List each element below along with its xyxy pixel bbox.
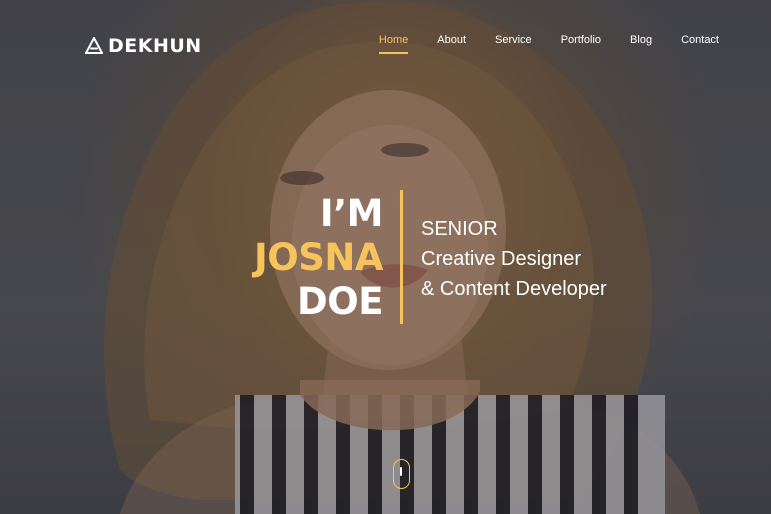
hero-section: DEKHUN Home About Service Portfolio Blog… [0,0,771,514]
triangle-logo-icon [85,37,103,54]
nav-item-portfolio[interactable]: Portfolio [561,34,601,54]
dark-overlay [0,0,771,514]
nav-item-contact[interactable]: Contact [681,34,719,54]
site-logo[interactable]: DEKHUN [85,33,202,59]
nav-item-home[interactable]: Home [378,34,409,54]
nav-item-blog[interactable]: Blog [630,34,652,54]
mouse-scroll-icon[interactable] [393,459,410,489]
hero-name-line-3: DOE [297,280,383,323]
hero-role-line-2: Creative Designer [421,248,582,270]
hero-role-line-3: & Content Developer [421,278,607,300]
hero-name-line-2: JOSNA [254,236,383,279]
nav-item-service[interactable]: Service [495,34,532,54]
hero-role-line-1: SENIOR [421,218,498,240]
hero-name: I’M JOSNA DOE [254,192,383,324]
logo-text: DEKHUN [108,35,202,57]
nav-item-about[interactable]: About [437,34,466,54]
hero-name-line-1: I’M [319,192,384,235]
hero-role: SENIOR Creative Designer & Content Devel… [421,214,607,304]
main-nav: Home About Service Portfolio Blog Contac… [350,34,719,54]
scroll-wheel-dot [400,467,402,476]
hero-divider [400,190,403,324]
